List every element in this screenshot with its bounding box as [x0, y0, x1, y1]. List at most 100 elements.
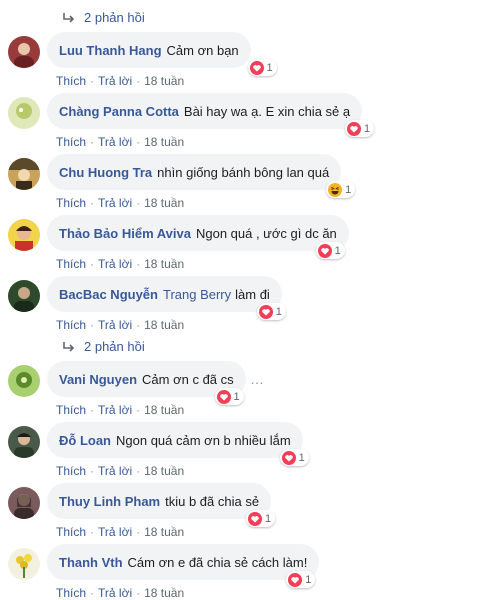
like-button[interactable]: Thích [56, 586, 86, 600]
comment: BacBac Nguyễn Trang Berry làm đi 1 Thích… [8, 276, 478, 332]
timestamp[interactable]: 18 tuần [144, 403, 184, 417]
reply-button[interactable]: Trả lời [98, 403, 132, 417]
view-replies-link[interactable]: 2 phản hồi [62, 339, 145, 354]
comment: Thảo Bảo Hiểm Aviva Ngon quá , ước gì dc… [8, 215, 478, 271]
like-button[interactable]: Thích [56, 74, 86, 88]
avatar[interactable] [8, 219, 40, 251]
avatar[interactable] [8, 97, 40, 129]
love-reaction-icon [216, 389, 231, 404]
timestamp[interactable]: 18 tuần [144, 525, 184, 539]
comment-author[interactable]: Thảo Bảo Hiểm Aviva [59, 226, 191, 241]
avatar[interactable] [8, 158, 40, 190]
comment-text: nhìn giống bánh bông lan quá [157, 164, 330, 180]
love-reaction-icon [346, 121, 361, 136]
comment-bubble: Chu Huong Tra nhìn giống bánh bông lan q… [47, 154, 356, 198]
comment-actions: Thích · Trả lời · 18 tuần [56, 318, 185, 332]
reaction-count[interactable]: 1 [245, 510, 276, 527]
comment-text: tkiu b đã chia sẻ [165, 493, 260, 509]
comment-text: Cảm ơn bạn [166, 42, 239, 58]
reply-button[interactable]: Trả lời [98, 196, 132, 210]
like-button[interactable]: Thích [56, 257, 86, 271]
love-reaction-icon [249, 60, 264, 75]
reaction-count[interactable]: 1 [315, 242, 345, 259]
comment: Chàng Panna Cotta Bài hay wa ạ. E xin ch… [8, 93, 478, 149]
like-button[interactable]: Thích [56, 135, 86, 149]
reply-button[interactable]: Trả lời [98, 74, 132, 88]
love-reaction-icon [317, 243, 332, 258]
comment: Luu Thanh Hang Cảm ơn bạn 1 Thích · Trả l… [8, 32, 478, 88]
avatar[interactable] [8, 365, 40, 397]
like-button[interactable]: Thích [56, 464, 86, 478]
comment-author[interactable]: Chu Huong Tra [59, 165, 152, 180]
comment-text: Ngon quá , ước gì dc ăn [195, 225, 337, 241]
comment-actions: Thích · Trả lời · 18 tuần [56, 196, 185, 210]
reaction-count[interactable]: 1 [286, 571, 316, 588]
love-reaction-icon [281, 450, 296, 465]
comment: Đỗ Loan Ngon quá cảm ơn b nhiều lắm 1 Th… [8, 422, 478, 478]
comment-bubble: Thảo Bảo Hiểm Aviva Ngon quá , ước gì dc… [47, 215, 349, 259]
reaction-count[interactable]: 1 [214, 388, 244, 405]
reaction-count[interactable]: 1 [344, 120, 375, 137]
view-replies-link[interactable]: 2 phản hồi [62, 10, 145, 25]
comment-author[interactable]: Thanh Vth [59, 555, 123, 570]
reply-button[interactable]: Trả lời [98, 257, 132, 271]
reply-button[interactable]: Trả lời [98, 525, 132, 539]
comment-author[interactable]: Đỗ Loan [59, 433, 111, 448]
reply-button[interactable]: Trả lời [98, 586, 132, 600]
timestamp[interactable]: 18 tuần [144, 586, 184, 600]
comment-actions: Thích · Trả lời · 18 tuần [56, 403, 185, 417]
reaction-count[interactable]: 1 [256, 303, 286, 320]
avatar[interactable] [8, 36, 40, 68]
comment-text: làm đi [235, 286, 270, 302]
comment: Chu Huong Tra nhìn giống bánh bông lan q… [8, 154, 478, 210]
reply-button[interactable]: Trả lời [98, 135, 132, 149]
comment-text: Cảm ơn c đã cs [142, 371, 234, 387]
haha-reaction-icon [328, 182, 343, 197]
comment-bubble: BacBac Nguyễn Trang Berry làm đi 1 [47, 276, 286, 320]
reply-button[interactable]: Trả lời [98, 318, 132, 332]
comment-author[interactable]: BacBac Nguyễn [59, 287, 158, 302]
comment-actions: Thích · Trả lời · 18 tuần [56, 464, 185, 478]
comment-author[interactable]: Vani Nguyen [59, 372, 137, 387]
tagged-user-link[interactable]: Trang Berry [163, 287, 231, 302]
reply-arrow-icon [63, 12, 75, 23]
reply-button[interactable]: Trả lời [98, 464, 132, 478]
comment-author[interactable]: Chàng Panna Cotta [59, 104, 179, 119]
timestamp[interactable]: 18 tuần [144, 318, 184, 332]
comment-bubble: Luu Thanh Hang Cảm ơn bạn 1 [47, 32, 277, 76]
avatar[interactable] [8, 487, 40, 519]
view-replies-label: 2 phản hồi [84, 339, 145, 354]
love-reaction-icon [247, 511, 262, 526]
comment-bubble: Đỗ Loan Ngon quá cảm ơn b nhiều lắm 1 [47, 422, 309, 466]
comment-actions: Thích · Trả lời · 18 tuần [56, 586, 185, 600]
like-button[interactable]: Thích [56, 403, 86, 417]
timestamp[interactable]: 18 tuần [144, 74, 184, 88]
timestamp[interactable]: 18 tuần [144, 464, 184, 478]
comment-bubble: Thuy Linh Pham tkiu b đã chia sẻ 1 [47, 483, 276, 527]
avatar[interactable] [8, 548, 40, 580]
like-button[interactable]: Thích [56, 318, 86, 332]
comment-actions: Thích · Trả lời · 18 tuần [56, 525, 185, 539]
like-button[interactable]: Thích [56, 525, 86, 539]
love-reaction-icon [258, 304, 273, 319]
timestamp[interactable]: 18 tuần [144, 135, 184, 149]
timestamp[interactable]: 18 tuần [144, 257, 184, 271]
reply-arrow-icon [63, 341, 75, 352]
reaction-count[interactable]: 1 [326, 181, 356, 198]
comment-bubble: Chàng Panna Cotta Bài hay wa ạ. E xin ch… [47, 93, 375, 137]
comment-text: Ngon quá cảm ơn b nhiều lắm [116, 432, 291, 448]
reaction-count[interactable]: 1 [279, 449, 309, 466]
comment-actions: Thích · Trả lời · 18 tuần [56, 257, 185, 271]
timestamp[interactable]: 18 tuần [144, 196, 184, 210]
like-button[interactable]: Thích [56, 196, 86, 210]
reaction-count[interactable]: 1 [247, 59, 277, 76]
avatar[interactable] [8, 280, 40, 312]
comment-author[interactable]: Thuy Linh Pham [59, 494, 160, 509]
more-options-icon[interactable]: … [250, 371, 265, 387]
comment-text: Bài hay wa ạ. E xin chia sẻ ạ [183, 103, 351, 119]
comment: Thuy Linh Pham tkiu b đã chia sẻ 1 Thích… [8, 483, 478, 539]
comment-author[interactable]: Luu Thanh Hang [59, 43, 162, 58]
love-reaction-icon [288, 572, 303, 587]
comment-text: Cám ơn e đã chia sẻ cách làm! [127, 554, 308, 570]
avatar[interactable] [8, 426, 40, 458]
